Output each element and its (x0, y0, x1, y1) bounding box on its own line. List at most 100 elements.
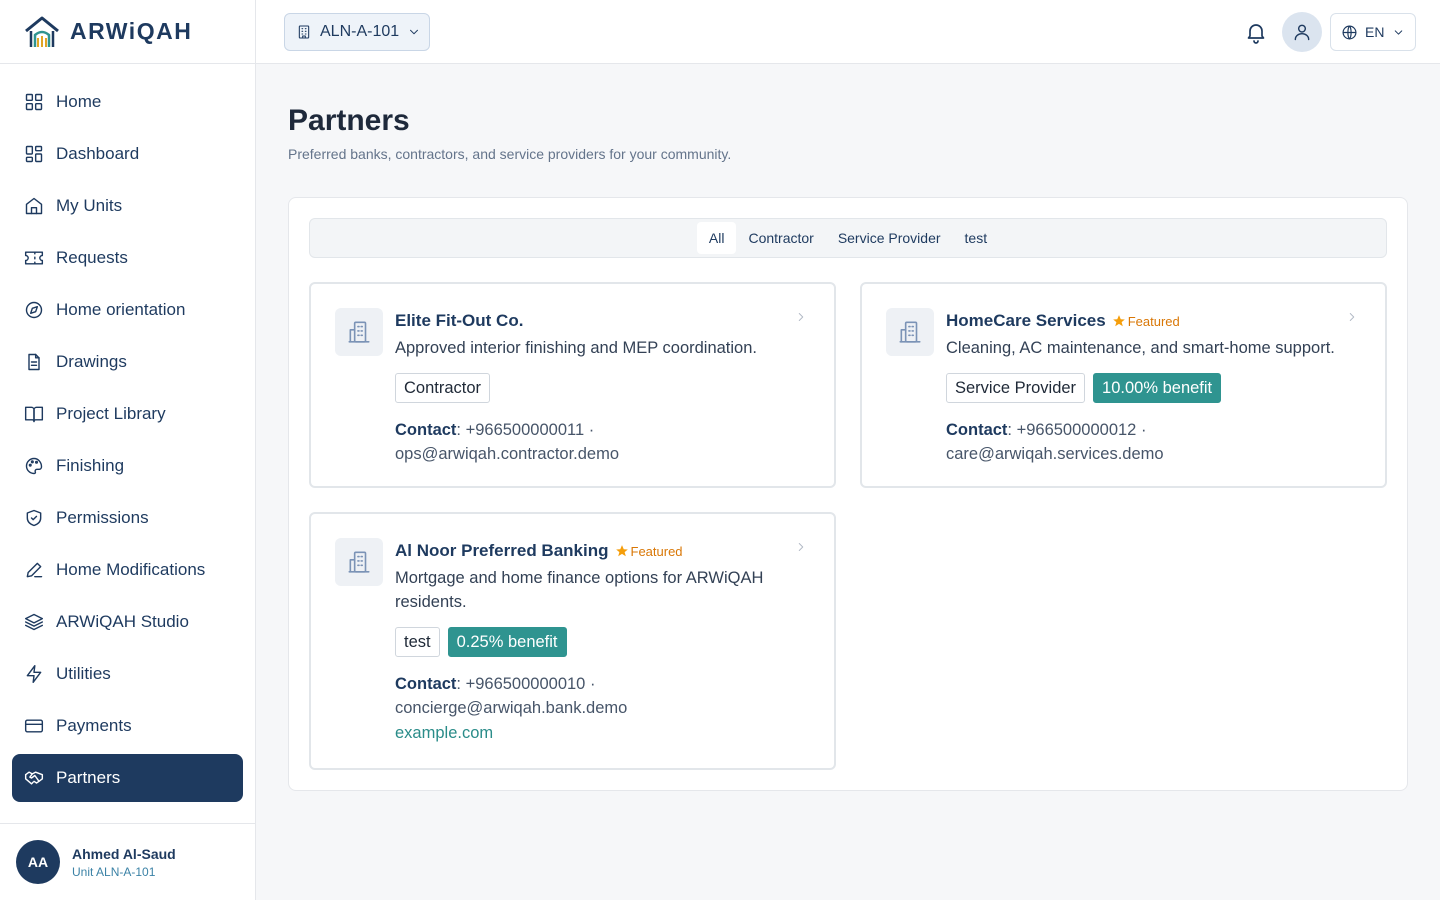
unit-selector[interactable]: ALN-A-101 (284, 13, 430, 51)
sidebar-item-dashboard[interactable]: Dashboard (12, 130, 243, 178)
building-icon (335, 538, 383, 586)
category-tabs: All Contractor Service Provider test (309, 218, 1387, 258)
contact-phone: +966500000010 (465, 675, 586, 693)
sidebar-item-label: Home Modifications (56, 560, 206, 579)
sidebar-item-requests[interactable]: Requests (12, 234, 243, 282)
partners-panel: All Contractor Service Provider test Eli… (288, 197, 1408, 791)
lightning-icon (24, 664, 44, 684)
tab-contractor[interactable]: Contractor (736, 222, 825, 254)
partner-name: Al Noor Preferred Banking (395, 541, 609, 560)
credit-card-icon (24, 716, 44, 736)
partner-description: Cleaning, AC maintenance, and smart-home… (946, 339, 1335, 357)
partner-name: HomeCare Services (946, 311, 1106, 330)
user-icon (1294, 24, 1310, 41)
featured-badge: Featured (1112, 314, 1180, 329)
account-button[interactable] (1282, 12, 1322, 52)
featured-label: Featured (1127, 313, 1180, 329)
chevron-down-icon (410, 29, 419, 35)
avatar: AA (16, 840, 60, 884)
partner-contact: Contact: +966500000011 · ops@arwiqah.con… (395, 421, 620, 463)
chevron-right-icon (794, 310, 808, 329)
sidebar-item-home-modifications[interactable]: Home Modifications (12, 546, 243, 594)
chevron-right-icon (794, 540, 808, 559)
category-tag: Contractor (395, 373, 491, 403)
sidebar-item-label: My Units (56, 196, 123, 215)
document-icon (24, 352, 44, 372)
star-icon (615, 545, 628, 557)
bell-icon (1247, 24, 1265, 44)
page-subtitle: Preferred banks, contractors, and servic… (288, 146, 732, 162)
sidebar-item-label: Partners (56, 768, 121, 787)
featured-label: Featured (630, 543, 683, 559)
benefit-badge: 10.00% benefit (1093, 373, 1222, 403)
sidebar-item-permissions[interactable]: Permissions (12, 494, 243, 542)
user-name: Ahmed Al-Saud (72, 845, 176, 862)
house-icon (24, 196, 44, 216)
category-tag: test (395, 627, 440, 657)
sidebar-item-label: ARWiQAH Studio (56, 612, 189, 631)
chevron-right-icon (1345, 310, 1359, 329)
brand-name: ARWiQAH (70, 18, 193, 44)
sidebar-item-project-library[interactable]: Project Library (12, 390, 243, 438)
contact-label: Contact (946, 421, 1008, 439)
logo-icon (25, 16, 59, 47)
partner-description: Approved interior finishing and MEP coor… (395, 339, 757, 357)
user-profile[interactable]: AA Ahmed Al-Saud Unit ALN-A-101 (0, 823, 255, 900)
sidebar-item-partners[interactable]: Partners (12, 754, 243, 802)
sidebar-item-arwiqah-studio[interactable]: ARWiQAH Studio (12, 598, 243, 646)
contact-email: concierge@arwiqah.bank.demo (395, 699, 628, 717)
sidebar-item-label: Home (56, 92, 102, 111)
contact-label: Contact (395, 675, 457, 693)
benefit-badge: 0.25% benefit (447, 627, 567, 657)
language-label: EN (1365, 24, 1385, 40)
shield-check-icon (24, 508, 44, 528)
featured-badge: Featured (615, 544, 683, 559)
sidebar-item-drawings[interactable]: Drawings (12, 338, 243, 386)
sidebar: ARWiQAH Home Dashboard My Units Requests… (0, 0, 256, 900)
sidebar-item-label: Drawings (56, 352, 127, 371)
tab-service-provider[interactable]: Service Provider (826, 222, 953, 254)
sidebar-item-payments[interactable]: Payments (12, 702, 243, 750)
chevron-down-icon (1395, 29, 1403, 35)
sidebar-item-label: Utilities (56, 664, 111, 683)
sidebar-item-home-orientation[interactable]: Home orientation (12, 286, 243, 334)
unit-selector-label: ALN-A-101 (320, 23, 400, 40)
sidebar-item-label: Permissions (56, 508, 149, 527)
sidebar-item-label: Home orientation (56, 300, 186, 319)
book-icon (24, 404, 44, 424)
partner-website-link[interactable]: example.com (395, 724, 764, 743)
partner-card[interactable]: Elite Fit-Out Co. Approved interior fini… (309, 282, 836, 488)
partner-description: Mortgage and home finance options for AR… (395, 569, 764, 611)
ticket-icon (24, 248, 44, 268)
sidebar-item-label: Project Library (56, 404, 166, 423)
handshake-icon (24, 768, 44, 788)
partner-card[interactable]: Al Noor Preferred Banking Featured Mortg… (309, 512, 836, 770)
sidebar-item-home[interactable]: Home (12, 78, 243, 126)
tab-test[interactable]: test (953, 222, 1000, 254)
sidebar-item-label: Payments (56, 716, 132, 735)
user-unit: Unit ALN-A-101 (72, 864, 156, 879)
top-bar: ALN-A-101 EN (256, 0, 1440, 64)
globe-icon (1342, 25, 1357, 39)
building-icon (335, 308, 383, 356)
dashboard-icon (24, 144, 44, 164)
language-selector[interactable]: EN (1330, 13, 1416, 51)
sidebar-item-my-units[interactable]: My Units (12, 182, 243, 230)
contact-phone: +966500000012 (1016, 421, 1137, 439)
building-icon (886, 308, 934, 356)
grid-icon (24, 92, 44, 112)
sidebar-item-label: Dashboard (56, 144, 140, 163)
partner-card[interactable]: HomeCare Services Featured Cleaning, AC … (860, 282, 1387, 488)
sidebar-item-utilities[interactable]: Utilities (12, 650, 243, 698)
partner-contact: Contact: +966500000010 · concierge@arwiq… (395, 675, 628, 717)
sidebar-nav: Home Dashboard My Units Requests Home or… (0, 64, 255, 802)
contact-phone: +966500000011 (465, 421, 585, 439)
contact-label: Contact (395, 421, 457, 439)
sidebar-item-finishing[interactable]: Finishing (12, 442, 243, 490)
partner-contact: Contact: +966500000012 · care@arwiqah.se… (946, 421, 1164, 463)
compass-icon (24, 300, 44, 320)
tab-all[interactable]: All (696, 222, 737, 254)
notifications-button[interactable] (1244, 20, 1268, 44)
palette-icon (24, 456, 44, 476)
logo[interactable]: ARWiQAH (0, 0, 255, 64)
